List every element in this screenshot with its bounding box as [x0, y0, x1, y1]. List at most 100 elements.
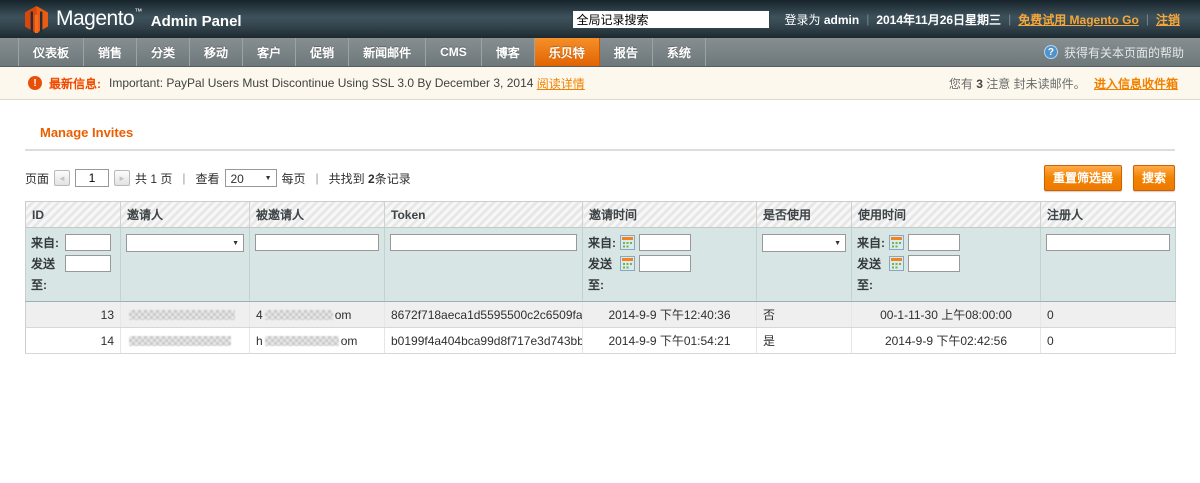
filter-registrant-input[interactable]	[1046, 234, 1170, 251]
filter-invitee-input[interactable]	[255, 234, 379, 251]
calendar-icon[interactable]	[620, 256, 635, 271]
go-to-inbox-link[interactable]: 进入信息收件箱	[1094, 77, 1178, 91]
filter-token-input[interactable]	[390, 234, 577, 251]
column-header-used[interactable]: 是否使用	[757, 202, 852, 228]
help-icon: ?	[1044, 45, 1058, 59]
column-header-invitee[interactable]: 被邀请人	[250, 202, 385, 228]
per-page-label: 每页	[282, 170, 306, 187]
prev-page-icon: ◄	[58, 174, 66, 183]
next-page-button[interactable]: ►	[114, 170, 130, 186]
calendar-icon[interactable]	[889, 235, 904, 250]
filter-used-select[interactable]: ▼	[762, 234, 846, 252]
cell-invitee: 4om	[250, 302, 385, 328]
header-separator: |	[1008, 12, 1011, 26]
search-button[interactable]: 搜索	[1133, 165, 1175, 191]
chevron-down-icon: ▼	[265, 175, 272, 182]
nav-item-catalog[interactable]: 分类	[137, 38, 190, 66]
page-help-label: 获得有关本页面的帮助	[1064, 44, 1184, 61]
per-page-select[interactable]: 20 ▼	[225, 169, 277, 187]
cell-id: 14	[26, 328, 121, 354]
next-page-icon: ►	[118, 174, 126, 183]
cell-invite-time: 2014-9-9 下午12:40:36	[583, 302, 757, 328]
filter-use-time-to-input[interactable]	[908, 255, 960, 272]
calendar-icon[interactable]	[620, 235, 635, 250]
logged-in-as-text: 登录为 admin	[785, 11, 860, 28]
cell-id: 13	[26, 302, 121, 328]
filter-cell-use-time: 来自: 发送 至:	[852, 228, 1041, 302]
cell-registrant: 0	[1041, 302, 1176, 328]
nav-item-blog[interactable]: 博客	[482, 38, 535, 66]
chevron-down-icon: ▼	[232, 240, 239, 247]
unread-count: 3	[976, 77, 983, 91]
cell-use-time: 00-1-11-30 上午08:00:00	[852, 302, 1041, 328]
table-row[interactable]: 14 hom b0199f4a404bca99d8f717e3d743bbcc …	[26, 328, 1176, 354]
header-user-area: 登录为 admin | 2014年11月26日星期三 | 免费试用 Magent…	[785, 11, 1181, 28]
filter-cell-invite-time: 来自: 发送 至:	[583, 228, 757, 302]
main-nav-bar: 仪表板 销售 分类 移动 客户 促销 新闻邮件 CMS 博客 乐贝特 报告 系统…	[0, 38, 1200, 67]
nav-item-lebeite-active[interactable]: 乐贝特	[535, 38, 600, 66]
table-row[interactable]: 13 4om 8672f718aeca1d5595500c2c6509faf1 …	[26, 302, 1176, 328]
reset-filter-button[interactable]: 重置筛选器	[1044, 165, 1122, 191]
redacted-invitee	[265, 336, 339, 346]
cell-used: 否	[757, 302, 852, 328]
filter-cell-inviter: ▼	[121, 228, 250, 302]
app-brand-text: Magento™	[56, 7, 142, 31]
magento-logo-icon	[25, 6, 48, 33]
nav-item-reports[interactable]: 报告	[600, 38, 653, 66]
grid-toolbar: 页面 ◄ ► 共 1 页 | 查看 20 ▼ 每页 | 共找到 2条记录 重置筛…	[25, 165, 1175, 191]
app-product-text: Admin Panel	[151, 13, 242, 30]
nav-item-sales[interactable]: 销售	[84, 38, 137, 66]
nav-item-mobile[interactable]: 移动	[190, 38, 243, 66]
nav-item-cms[interactable]: CMS	[426, 38, 482, 66]
nav-item-newsletter[interactable]: 新闻邮件	[349, 38, 426, 66]
header-separator: |	[866, 12, 869, 26]
redacted-inviter	[129, 336, 231, 346]
filter-id-from-input[interactable]	[65, 234, 111, 251]
cell-invitee: hom	[250, 328, 385, 354]
filter-invite-time-to-input[interactable]	[639, 255, 691, 272]
invites-grid-table: ID 邀请人 被邀请人 Token 邀请时间 是否使用 使用时间 注册人 来自:…	[25, 201, 1176, 354]
cell-inviter	[121, 328, 250, 354]
logout-link[interactable]: 注销	[1156, 11, 1180, 28]
filter-id-to-input[interactable]	[65, 255, 111, 272]
grid-filter-row: 来自: 发送 至: ▼ 来自: 发送 至:	[26, 228, 1176, 302]
read-details-link[interactable]: 阅读详情	[537, 75, 585, 92]
nav-item-dashboard[interactable]: 仪表板	[18, 38, 84, 66]
column-header-token[interactable]: Token	[385, 202, 583, 228]
title-divider	[25, 149, 1175, 151]
filter-inviter-select[interactable]: ▼	[126, 234, 244, 252]
magento-go-trial-link[interactable]: 免费试用 Magento Go	[1018, 11, 1139, 28]
latest-message-label: 最新信息:	[49, 75, 101, 92]
header-date: 2014年11月26日星期三	[876, 11, 1001, 28]
grid-header-row: ID 邀请人 被邀请人 Token 邀请时间 是否使用 使用时间 注册人	[26, 202, 1176, 228]
redacted-invitee	[265, 310, 333, 320]
column-header-use-time[interactable]: 使用时间	[852, 202, 1041, 228]
cell-token: 8672f718aeca1d5595500c2c6509faf1	[385, 302, 583, 328]
filter-cell-token	[385, 228, 583, 302]
filter-cell-used: ▼	[757, 228, 852, 302]
total-pages-label: 共 1 页	[135, 170, 172, 187]
cell-use-time: 2014-9-9 下午02:42:56	[852, 328, 1041, 354]
page-title: Manage Invites	[40, 125, 1175, 140]
filter-invite-time-from-input[interactable]	[639, 234, 691, 251]
prev-page-button[interactable]: ◄	[54, 170, 70, 186]
filter-cell-id: 来自: 发送 至:	[26, 228, 121, 302]
column-header-inviter[interactable]: 邀请人	[121, 202, 250, 228]
chevron-down-icon: ▼	[834, 240, 841, 247]
toolbar-separator: |	[316, 171, 319, 185]
cell-used: 是	[757, 328, 852, 354]
filter-cell-invitee	[250, 228, 385, 302]
filter-use-time-from-input[interactable]	[908, 234, 960, 251]
cell-registrant: 0	[1041, 328, 1176, 354]
alert-icon: !	[28, 76, 42, 90]
column-header-id[interactable]: ID	[26, 202, 121, 228]
column-header-invite-time[interactable]: 邀请时间	[583, 202, 757, 228]
nav-item-customers[interactable]: 客户	[243, 38, 296, 66]
global-search-input[interactable]	[572, 10, 770, 29]
nav-item-promotions[interactable]: 促销	[296, 38, 349, 66]
page-number-input[interactable]	[75, 169, 109, 187]
nav-item-system[interactable]: 系统	[653, 38, 706, 66]
page-help-link[interactable]: ? 获得有关本页面的帮助	[1044, 38, 1200, 66]
calendar-icon[interactable]	[889, 256, 904, 271]
column-header-registrant[interactable]: 注册人	[1041, 202, 1176, 228]
